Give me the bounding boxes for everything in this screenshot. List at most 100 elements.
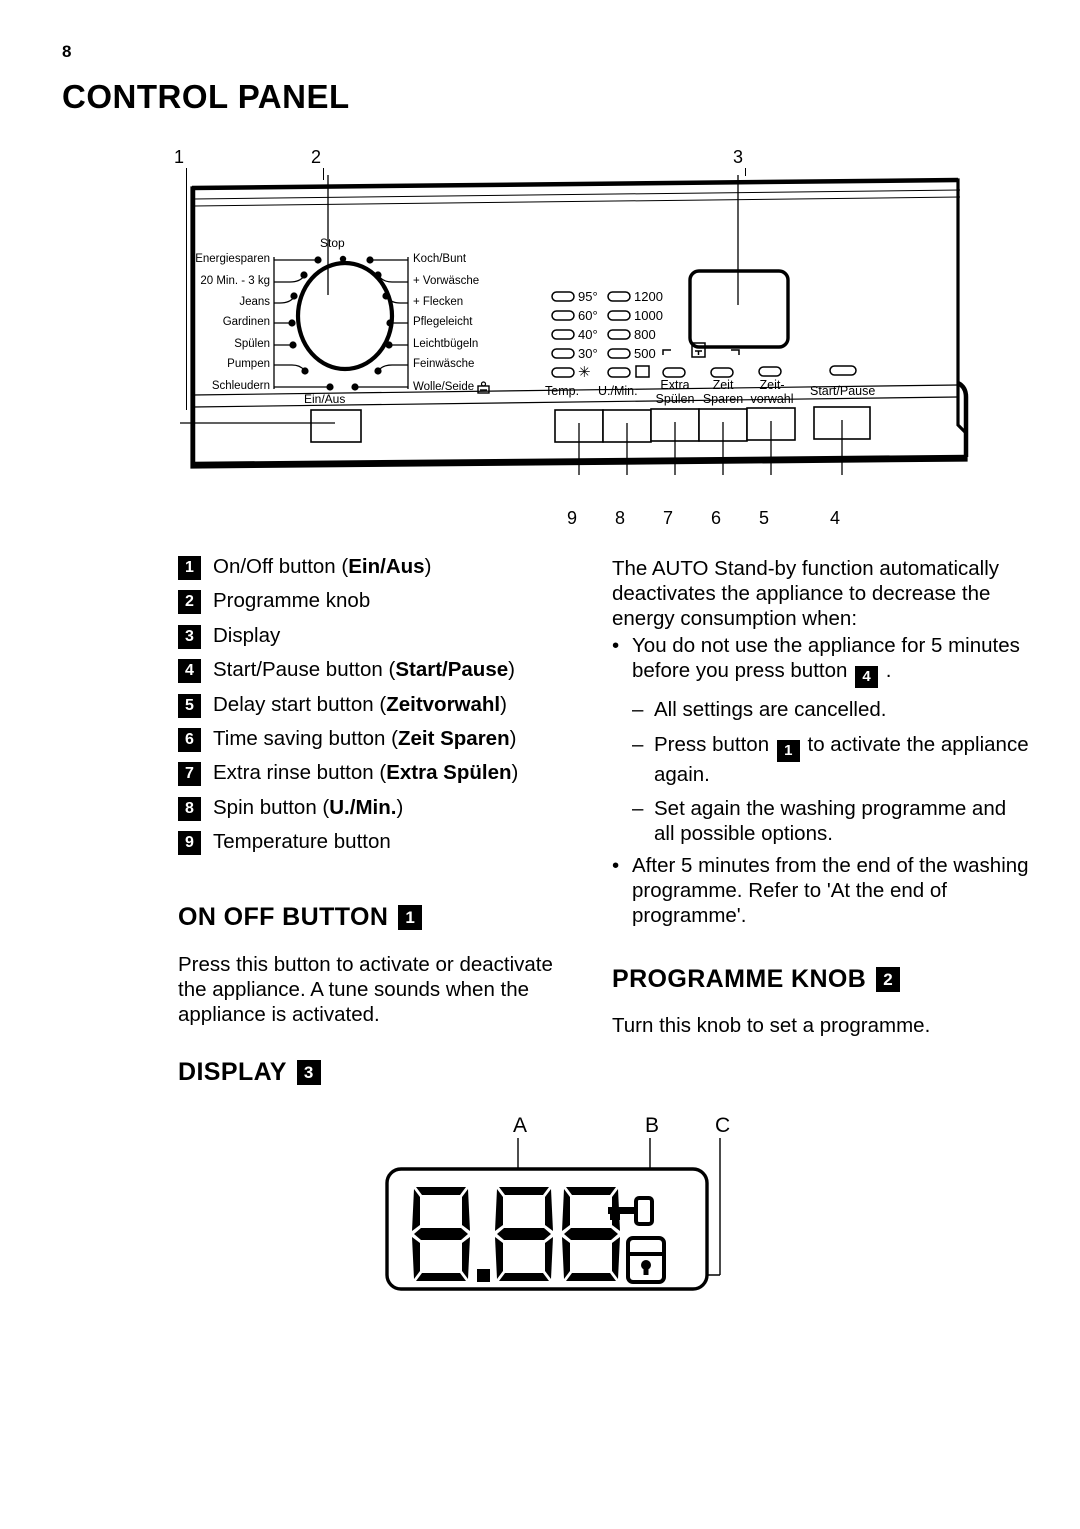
- legend-item: 3 Display: [178, 623, 578, 649]
- decimal-point: [477, 1269, 490, 1282]
- on-off-heading-badge: 1: [398, 905, 423, 930]
- display-heading: DISPLAY 3: [178, 1058, 321, 1087]
- option-caption-extra-2: Spülen: [655, 392, 695, 407]
- manual-page: 8 CONTROL PANEL Energiesparen 20 Min. - …: [0, 0, 1080, 1529]
- legend-text: Programme knob: [213, 589, 371, 613]
- legend-item: 9 Temperature button: [178, 830, 578, 856]
- control-panel-illustration: Energiesparen 20 Min. - 3 kg Jeans Gardi…: [180, 175, 970, 475]
- led-temp-3: 30°: [578, 346, 598, 361]
- programme-knob-heading-text: PROGRAMME KNOB: [612, 965, 867, 993]
- callout-4: 4: [830, 508, 841, 528]
- programme-knob-heading-badge: 2: [876, 967, 901, 992]
- programme-left-1: 20 Min. - 3 kg: [200, 275, 270, 287]
- legend-item: 6 Time saving button (Zeit Sparen): [178, 726, 578, 752]
- programme-left-3: Gardinen: [222, 316, 270, 328]
- callout-9: 9: [567, 508, 578, 528]
- display-figure: A B C: [370, 1112, 740, 1312]
- knob-label-layer: Energiesparen 20 Min. - 3 kg Jeans Gardi…: [180, 175, 970, 475]
- standby-sub-1: – All settings are cancelled.: [632, 697, 1032, 722]
- legend-badge: 9: [178, 831, 201, 856]
- callout-8: 8: [615, 508, 626, 528]
- legend-badge: 1: [178, 556, 201, 580]
- group-caption-temp: Temp.: [545, 384, 580, 398]
- option-caption-vorwahl-2: vorwahl: [750, 392, 794, 407]
- legend-badge: 2: [178, 590, 201, 615]
- callout-lead-3: [745, 168, 747, 176]
- option-caption-vorwahl-1: Zeit-: [759, 378, 785, 392]
- on-off-body: Press this button to activate or deactiv…: [178, 953, 553, 1026]
- standby-bullet-1: • You do not use the appliance for 5 min…: [612, 633, 1032, 846]
- callout-7: 7: [663, 508, 674, 528]
- inline-badge-4: 4: [855, 666, 879, 689]
- knob-einaus-label: Ein/Aus: [304, 392, 346, 406]
- standby-bullet-2: • After 5 minutes from the end of the wa…: [612, 853, 1032, 928]
- led-spin-1: 1000: [634, 308, 663, 323]
- display-label-A: A: [513, 1114, 527, 1137]
- led-spin-2: 800: [634, 327, 656, 342]
- legend-text: Extra rinse button (Extra Spülen): [213, 761, 519, 785]
- programme-left-2: Jeans: [239, 296, 270, 308]
- dash-marker: –: [632, 698, 644, 722]
- standby-sub-3-text: Set again the washing programme and all …: [654, 796, 1007, 845]
- programme-right-1: + Vorwäsche: [413, 275, 480, 287]
- standby-sub-1-text: All settings are cancelled.: [654, 698, 887, 722]
- wool-iron-icon: [477, 381, 490, 394]
- callout-3: 3: [733, 147, 744, 167]
- padlock-icon: [626, 1236, 666, 1284]
- standby-sub-2-text: Press button 1 to activate the appliance…: [654, 732, 1029, 786]
- legend-item: 1 On/Off button (Ein/Aus): [178, 556, 578, 580]
- legend-item: 8 Spin button (U./Min.): [178, 796, 578, 821]
- callout-lead-2: [323, 168, 325, 180]
- caption-start-pause: Start/Pause: [810, 384, 876, 398]
- on-off-heading: ON OFF BUTTON 1: [178, 903, 423, 932]
- programme-right-2: + Flecken: [413, 296, 464, 308]
- legend-item: 5 Delay start button (Zeitvorwahl): [178, 692, 578, 718]
- standby-sublist: – All settings are cancelled. – Press bu…: [632, 697, 1032, 845]
- knob-stop-label: Stop: [320, 236, 345, 250]
- legend-item: 4 Start/Pause button (Start/Pause): [178, 659, 578, 684]
- display-heading-text: DISPLAY: [178, 1058, 287, 1086]
- left-column: 1 On/Off button (Ein/Aus) 2 Programme kn…: [178, 556, 578, 866]
- legend-badge: 6: [178, 727, 201, 752]
- callout-2: 2: [311, 147, 322, 167]
- right-column: The AUTO Stand-by function automatically…: [612, 556, 1032, 928]
- page-number: 8: [62, 42, 72, 61]
- legend-text: Temperature button: [213, 830, 391, 854]
- callout-5: 5: [759, 508, 770, 528]
- programme-knob-heading: PROGRAMME KNOB 2: [612, 965, 901, 994]
- programme-left-6: Schleudern: [211, 380, 270, 392]
- page-title: CONTROL PANEL: [62, 78, 350, 115]
- display-heading-badge: 3: [296, 1060, 321, 1085]
- bullet-marker: •: [612, 853, 620, 877]
- display-label-C: C: [715, 1114, 730, 1137]
- legend-badge: 7: [178, 762, 201, 787]
- programme-right-3: Pflegeleicht: [413, 316, 473, 328]
- legend-text: Delay start button (Zeitvorwahl): [213, 692, 507, 716]
- callout-1: 1: [174, 147, 185, 167]
- led-temp-1: 60°: [578, 308, 598, 323]
- led-temp-2: 40°: [578, 327, 598, 342]
- programme-left-0: Energiesparen: [195, 253, 270, 265]
- legend-text: Time saving button (Zeit Sparen): [213, 726, 517, 750]
- option-caption-zeit-1: Zeit: [712, 378, 734, 392]
- legend-text: On/Off button (Ein/Aus): [213, 555, 432, 578]
- standby-intro: The AUTO Stand-by function automatically…: [612, 557, 1000, 631]
- display-figure-drawing: A B C: [385, 1114, 730, 1291]
- on-off-heading-text: ON OFF BUTTON: [178, 903, 389, 931]
- standby-sub-3: – Set again the washing programme and al…: [632, 796, 1032, 846]
- legend-badge: 5: [178, 693, 201, 718]
- standby-bullet-1-text: You do not use the appliance for 5 minut…: [632, 633, 1032, 846]
- option-caption-extra-1: Extra: [660, 378, 690, 392]
- legend-item: 7 Extra rinse button (Extra Spülen): [178, 761, 578, 787]
- programme-knob-body: Turn this knob to set a programme.: [612, 1014, 931, 1037]
- legend-text: Display: [213, 623, 281, 647]
- programme-right-4: Leichtbügeln: [413, 338, 479, 350]
- callout-6: 6: [711, 508, 722, 528]
- programme-right-0: Koch/Bunt: [413, 253, 467, 265]
- standby-bullets: • You do not use the appliance for 5 min…: [612, 633, 1032, 928]
- inline-badge-1: 1: [776, 739, 800, 762]
- led-temp-4-coldwash-icon: ✳: [578, 364, 591, 381]
- programme-right-6: Wolle/Seide: [413, 380, 475, 393]
- legend-item: 2 Programme knob: [178, 589, 578, 615]
- callout-lead-1: [186, 168, 188, 410]
